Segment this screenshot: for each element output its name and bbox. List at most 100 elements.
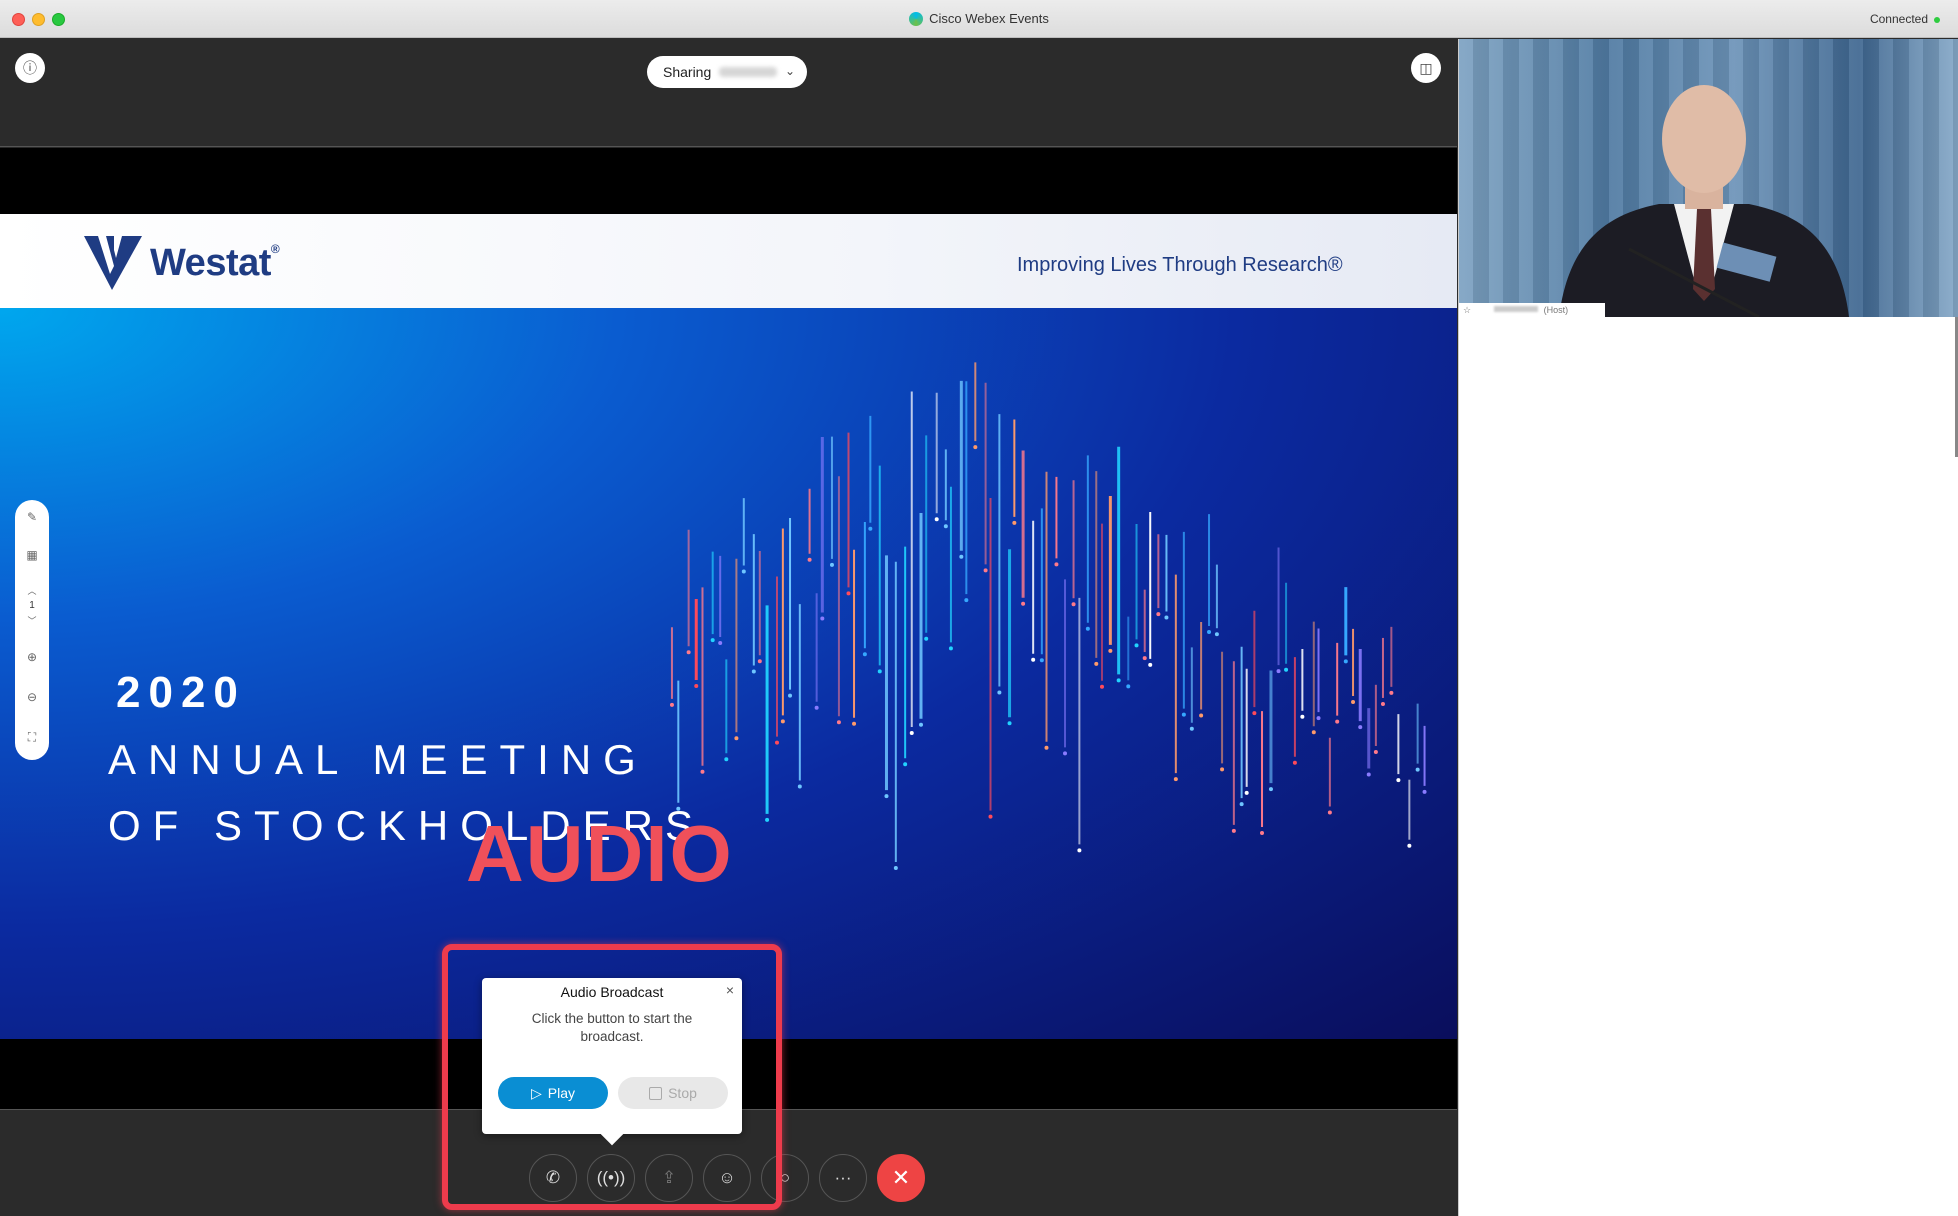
light-dot [797,784,802,789]
light-dot [1396,778,1401,783]
leave-event-button[interactable]: ✕ [877,1154,925,1202]
light-dot [1164,615,1169,620]
light-dot [1407,843,1412,848]
light-dot [1039,658,1044,663]
layout-icon: ◫ [1419,59,1433,76]
stage-top-strip: ⓘ Sharing ⌄ ◫ [0,39,1457,147]
light-dot [694,683,699,688]
light-dot [1351,699,1356,704]
shared-slide: Westat® Improving Lives Through Research… [0,214,1457,1039]
light-dot [1358,725,1363,730]
light-dot [1181,712,1186,717]
light-dot [877,669,882,674]
info-button[interactable]: ⓘ [15,53,45,83]
light-dot [1268,787,1273,792]
slide-body: 2020 ANNUAL MEETING OF STOCKHOLDERS AUDI… [0,308,1457,1039]
westat-logo-text: Westat® [150,242,280,285]
light-dot [751,669,756,674]
stop-broadcast-button[interactable]: Stop [618,1077,728,1109]
light-dot [868,526,873,531]
popup-title: Audio Broadcast [560,984,664,1000]
light-dot [718,641,723,646]
connection-status-dot-icon [1934,17,1940,23]
light-dot [909,730,914,735]
light-dot [1207,629,1212,634]
light-dot [964,598,969,603]
light-dot [780,719,785,724]
logo-registered-mark: ® [270,242,280,256]
play-broadcast-button[interactable]: ▷ Play [498,1077,608,1109]
zoom-in-button[interactable]: ⊕ [15,650,49,664]
popup-message: Click the button to start the broadcast. [531,1011,693,1044]
more-options-button[interactable]: ··· [819,1154,867,1202]
light-dot [1116,678,1121,683]
light-dot [1077,848,1082,853]
annotate-button[interactable]: ✎ [15,510,49,524]
light-dot [862,652,867,657]
host-tag: (Host) [1543,305,1569,315]
chevron-down-icon: ﹀ [27,616,37,626]
light-dot [1422,789,1427,794]
light-dot [1063,751,1068,756]
light-dot [846,591,851,596]
popup-close-button[interactable]: × [726,982,734,998]
light-dot [774,740,779,745]
light-dot [1366,772,1371,777]
light-dot [686,650,691,655]
light-dot [724,757,729,762]
grid-icon: ▦ [26,548,38,562]
host-video-feed: ☆ (Host) [1459,39,1958,317]
page-up-button[interactable]: ︿ [15,584,49,597]
light-dot [1380,701,1385,706]
light-dot [1231,828,1236,833]
light-dot [884,794,889,799]
light-dot [1373,749,1378,754]
light-dot [1292,760,1297,765]
fit-icon: ⛶ [27,730,37,744]
more-icon: ··· [834,1168,852,1187]
light-dot [1126,684,1131,689]
light-dot [1094,661,1099,666]
light-dot [1134,643,1139,648]
light-dot [1252,711,1257,716]
light-dot [948,646,953,651]
play-icon: ▷ [530,1084,542,1101]
light-dot [1335,719,1340,724]
sharing-label: Sharing [663,64,712,80]
light-dot [741,569,746,574]
light-dot [1173,777,1178,782]
page-number: 1 [29,600,35,611]
right-panel: ☆ (Host) [1458,39,1958,1216]
light-dot [1343,659,1348,664]
slide-tagline: Improving Lives Through Research® [1017,254,1343,276]
fit-screen-button[interactable]: ⛶ [15,730,49,745]
zoom-in-icon: ⊕ [26,650,38,664]
light-dot [820,616,825,621]
zoom-out-button[interactable]: ⊖ [15,690,49,704]
light-dot [983,568,988,573]
light-dot [997,690,1002,695]
layout-button[interactable]: ◫ [1411,53,1441,83]
light-dot [1044,745,1049,750]
connection-status: Connected [1869,12,1928,26]
window-titlebar: Cisco Webex Events Connected [0,0,1958,38]
light-dot [1012,520,1017,525]
light-dot [1007,721,1012,726]
light-dot [1148,662,1153,667]
window-title: Cisco Webex Events [0,11,1958,26]
westat-logo-icon [84,236,142,290]
sharing-name-redacted [719,67,778,77]
thumbnails-button[interactable]: ▦ [15,548,49,562]
light-dot [943,524,948,529]
light-dot [1220,767,1225,772]
light-dot [1284,667,1289,672]
page-down-button[interactable]: ﹀ [15,614,49,627]
slide-audio-overlay: AUDIO [466,809,734,898]
light-dot [1031,657,1036,662]
light-dot [1214,632,1219,637]
sharing-dropdown[interactable]: Sharing ⌄ [647,56,807,88]
light-dot [1085,626,1090,631]
light-dot [765,817,770,822]
zoom-out-icon: ⊖ [26,690,38,704]
light-dot [1415,767,1420,772]
